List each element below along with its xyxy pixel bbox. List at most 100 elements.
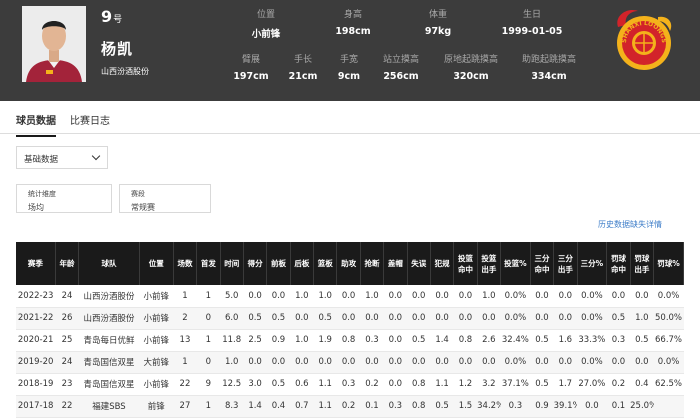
table-cell: 0.5 — [606, 307, 631, 330]
stage-label: 赛段 — [131, 190, 145, 198]
column-header[interactable]: 助攻 — [336, 242, 361, 285]
column-header[interactable]: 位置 — [139, 242, 174, 285]
team-logo: SHANXI LOONGS — [608, 5, 678, 75]
data-type-dropdown[interactable]: 基础数据 — [16, 146, 108, 169]
column-header[interactable]: 后板 — [290, 242, 315, 285]
table-cell: 0.0 — [407, 307, 431, 330]
table-cell: 0.0 — [290, 351, 314, 374]
table-cell: 0.0 — [407, 351, 431, 374]
table-cell: 0.0% — [500, 351, 531, 374]
table-cell: 1.1 — [313, 373, 337, 396]
column-header[interactable]: 场数 — [173, 242, 198, 285]
history-missing-link[interactable]: 历史数据缺失详情 — [598, 219, 662, 230]
column-header[interactable]: 抢断 — [360, 242, 385, 285]
column-header[interactable]: 投篮% — [500, 242, 531, 285]
table-cell: 11.8 — [220, 329, 244, 352]
table-cell: 0.0 — [243, 351, 267, 374]
table-cell: 39.1% — [553, 395, 578, 418]
table-cell: 0.5 — [313, 307, 337, 330]
profile-running-vertical: 助跑起跳摸高 334cm — [521, 55, 576, 82]
table-cell: 小前锋 — [139, 285, 174, 308]
table-cell: 0.0 — [553, 351, 578, 374]
table-cell: 0.0 — [430, 285, 454, 308]
table-cell: 0.0 — [313, 351, 337, 374]
table-cell: 0.7 — [290, 395, 314, 418]
table-cell: 0.0 — [383, 329, 408, 352]
table-cell: 0.0 — [477, 351, 501, 374]
table-cell: 0 — [196, 351, 221, 374]
chevron-down-icon — [91, 151, 101, 161]
column-header[interactable]: 三分命中 — [530, 242, 555, 285]
column-header[interactable]: 赛季 — [16, 242, 56, 285]
table-cell: 0.0 — [360, 351, 384, 374]
table-cell: 8.3 — [220, 395, 244, 418]
column-header[interactable]: 罚球% — [653, 242, 684, 285]
column-header[interactable]: 得分 — [243, 242, 268, 285]
column-header[interactable]: 首发 — [196, 242, 221, 285]
column-header[interactable]: 前板 — [266, 242, 291, 285]
column-header[interactable]: 失误 — [407, 242, 431, 285]
column-header[interactable]: 球队 — [78, 242, 140, 285]
column-header[interactable]: 盖帽 — [383, 242, 408, 285]
table-cell: 福建SBS — [78, 395, 140, 418]
table-cell: 0.4 — [630, 373, 654, 396]
table-cell: 2022-23 — [16, 285, 56, 308]
column-header[interactable]: 篮板 — [313, 242, 338, 285]
table-cell: 0.0 — [453, 307, 478, 330]
column-header[interactable]: 时间 — [220, 242, 244, 285]
column-header[interactable]: 投篮出手 — [477, 242, 502, 285]
tab-player-data[interactable]: 球员数据 — [16, 112, 56, 137]
profile-weight: 体重 97kg — [424, 10, 452, 37]
table-cell: 0.0 — [430, 307, 454, 330]
table-row: 2021-22 26 山西汾酒股份 小前锋 2 0 6.0 0.5 0.5 0.0 0.5 0.0 0.… — [16, 307, 684, 330]
table-cell: 0.0 — [383, 373, 408, 396]
table-cell: 0.3 — [606, 329, 631, 352]
table-cell: 3.0 — [243, 373, 267, 396]
jersey-number: 9号 — [101, 7, 123, 26]
stats-table: 赛季 年龄 球队 位置 场数 首发 时间 得分 前板 后板 篮板 助攻 抢断 盖帽 失误 犯规 投篮命中 投篮出手… — [16, 242, 684, 418]
table-cell: 0.5 — [266, 373, 291, 396]
column-header[interactable]: 三分出手 — [553, 242, 578, 285]
player-photo — [22, 6, 86, 82]
table-cell: 0.0 — [577, 395, 607, 418]
table-cell: 1.0 — [290, 285, 314, 308]
column-header[interactable]: 犯规 — [430, 242, 455, 285]
table-cell: 2021-22 — [16, 307, 56, 330]
column-header[interactable]: 罚球出手 — [630, 242, 655, 285]
table-cell: 0.8 — [407, 395, 431, 418]
table-row: 2019-20 24 青岛国信双星 大前锋 1 0 1.0 0.0 0.0 0.0 0.0 0.0 0.… — [16, 351, 684, 374]
column-header[interactable]: 投篮命中 — [453, 242, 478, 285]
column-header[interactable]: 年龄 — [55, 242, 80, 285]
table-cell: 0.6 — [290, 373, 314, 396]
table-cell: 0.9 — [530, 395, 554, 418]
table-cell: 2.6 — [477, 329, 501, 352]
table-cell: 0.0% — [500, 285, 531, 308]
profile-height: 身高 198cm — [335, 10, 371, 37]
table-cell: 0.0 — [606, 351, 631, 374]
table-cell: 2020-21 — [16, 329, 56, 352]
player-team: 山西汾酒股份 — [101, 67, 149, 76]
tab-game-log[interactable]: 比赛日志 — [70, 112, 110, 127]
dimension-value: 场均 — [28, 203, 44, 212]
table-cell: 0.0 — [453, 285, 478, 308]
table-cell: 1.4 — [430, 329, 454, 352]
table-cell: 1.0 — [220, 351, 244, 374]
table-cell: 0.3 — [500, 395, 531, 418]
column-header[interactable]: 三分% — [577, 242, 608, 285]
table-body: 2022-23 24 山西汾酒股份 小前锋 1 1 5.0 0.0 0.0 1.0 1.0 0.0 1.… — [16, 285, 684, 418]
table-cell: 0.0 — [630, 285, 654, 308]
table-cell: 1 — [196, 329, 221, 352]
table-cell: 62.5% — [653, 373, 684, 396]
table-row: 2022-23 24 山西汾酒股份 小前锋 1 1 5.0 0.0 0.0 1.0 1.0 0.0 1.… — [16, 285, 684, 308]
table-cell: 25.0% — [630, 395, 654, 418]
table-cell: 25 — [55, 329, 79, 352]
table-cell: 0.0% — [577, 307, 607, 330]
dimension-select[interactable]: 统计维度 场均 — [16, 184, 112, 213]
profile-birthday: 生日 1999-01-05 — [501, 10, 563, 37]
table-cell: 2019-20 — [16, 351, 56, 374]
stage-select[interactable]: 赛段 常规赛 — [119, 184, 211, 213]
table-cell: 0.0% — [653, 351, 684, 374]
table-cell: 0.0 — [243, 285, 267, 308]
column-header[interactable]: 罚球命中 — [606, 242, 631, 285]
table-cell: 0.4 — [266, 395, 291, 418]
